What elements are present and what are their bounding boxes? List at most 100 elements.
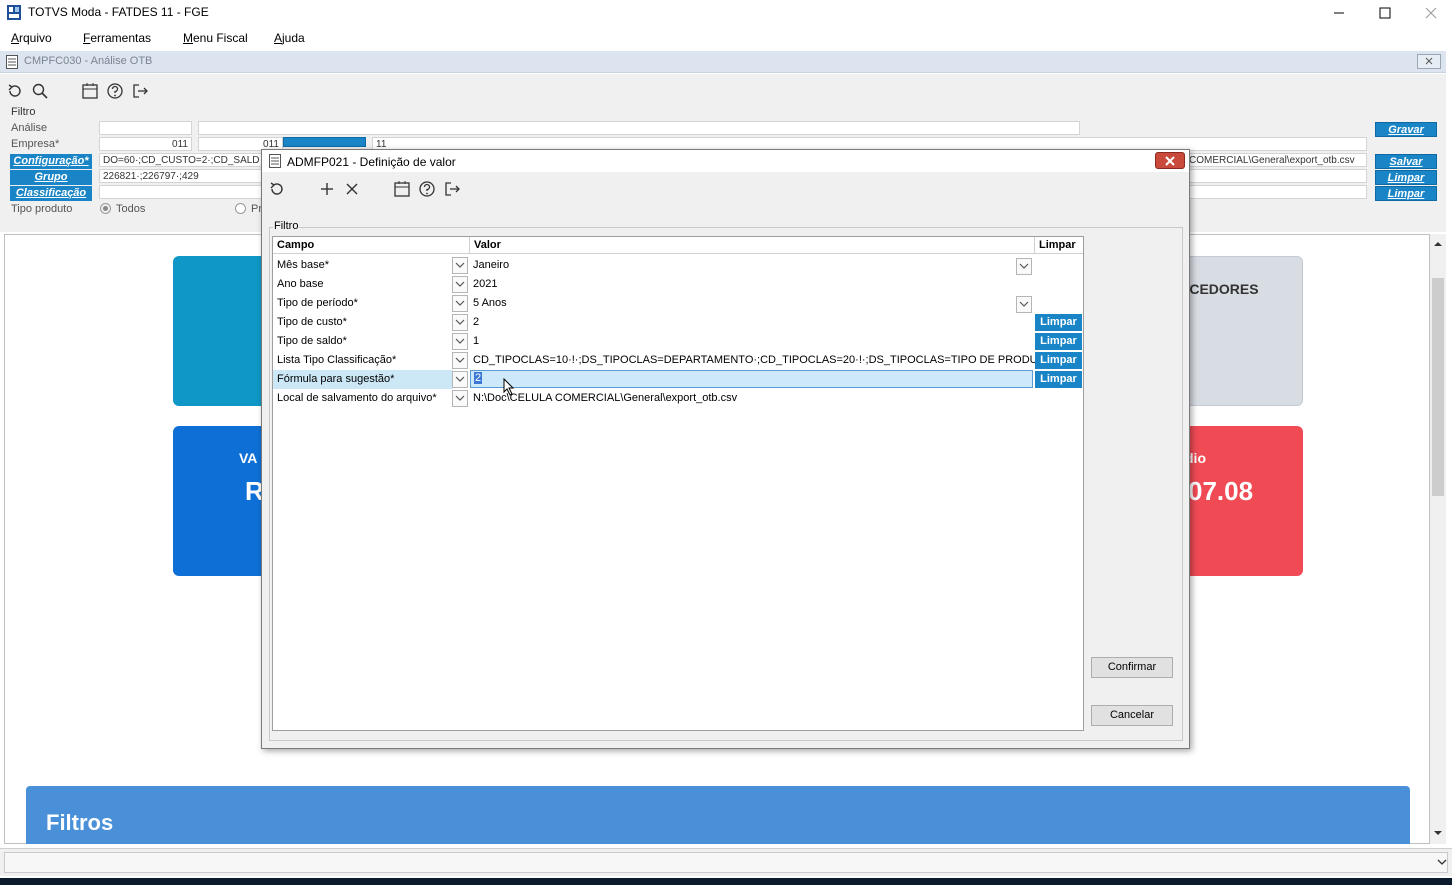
cell-valor[interactable]: CD_TIPOCLAS=10·!·;DS_TIPOCLAS=DEPARTAMEN… [473, 354, 1053, 366]
field-dropdown-button[interactable] [452, 314, 468, 331]
cell-campo: Ano base [277, 278, 324, 290]
column-header-limpar: Limpar [1034, 237, 1083, 254]
grupo-extra-field[interactable] [1185, 169, 1367, 183]
limpar-button[interactable]: Limpar [1035, 371, 1082, 388]
classificacao-field[interactable] [99, 185, 269, 199]
chevron-down-icon [455, 338, 465, 344]
classificacao-extra-field[interactable] [1185, 185, 1367, 199]
analise-code-field[interactable] [99, 121, 192, 135]
configuracao-button[interactable]: Configuração* [10, 154, 92, 169]
chevron-down-icon [455, 319, 465, 325]
chevron-down-icon [1019, 263, 1029, 269]
grid-row[interactable]: Tipo de período* 5 Anos [273, 294, 1083, 313]
minimize-button[interactable] [1316, 0, 1362, 26]
empresa-code-field[interactable]: 011 [99, 137, 192, 151]
filtros-panel-header [26, 786, 1410, 844]
grid-row[interactable]: Mês base* Janeiro [273, 256, 1083, 275]
app-titlebar: TOTVS Moda - FATDES 11 - FGE [0, 0, 1452, 26]
selecao-button[interactable] [283, 137, 366, 147]
classificacao-button[interactable]: Classificação [10, 186, 92, 201]
scroll-down-icon[interactable] [1433, 830, 1443, 837]
inner-close-button[interactable] [1417, 54, 1441, 69]
limpar-button[interactable]: Limpar [1035, 333, 1082, 350]
delete-icon[interactable] [343, 180, 361, 198]
field-dropdown-button[interactable] [452, 276, 468, 293]
menu-ferramentas[interactable]: Ferramentas [83, 31, 151, 45]
cell-valor[interactable]: 2021 [473, 278, 497, 290]
chevron-down-icon [455, 395, 465, 401]
menu-fiscal[interactable]: Menu Fiscal [183, 31, 248, 45]
cell-valor[interactable]: 5 Anos [473, 297, 507, 309]
confirmar-button[interactable]: Confirmar [1091, 657, 1173, 678]
grupo-field[interactable]: 226821·;226797·;429 [99, 169, 269, 183]
cancelar-button[interactable]: Cancelar [1091, 705, 1173, 726]
cell-valor[interactable]: 2 [473, 316, 479, 328]
menu-ajuda[interactable]: Ajuda [274, 31, 305, 45]
scroll-up-icon[interactable] [1433, 240, 1443, 247]
exit-icon[interactable] [443, 180, 461, 198]
scroll-thumb[interactable] [1432, 278, 1444, 496]
grid-row[interactable]: Tipo de saldo* 1 Limpar [273, 332, 1083, 351]
cell-campo: Mês base* [277, 259, 329, 271]
filtros-title: Filtros [46, 810, 114, 835]
grid-row[interactable]: Fórmula para sugestão* 2 Limpar [273, 370, 1083, 389]
column-header-valor: Valor [469, 237, 1034, 254]
dialog-title: ADMFP021 - Definição de valor [287, 155, 456, 169]
os-taskbar [0, 878, 1452, 885]
exit-icon[interactable] [131, 82, 149, 100]
grid-row[interactable]: Tipo de custo* 2 Limpar [273, 313, 1083, 332]
search-icon[interactable] [31, 82, 49, 100]
grupo-button[interactable]: Grupo [10, 170, 92, 185]
field-dropdown-button[interactable] [452, 257, 468, 274]
calendar-icon[interactable] [81, 82, 99, 100]
field-dropdown-button[interactable] [452, 333, 468, 350]
status-combo[interactable] [4, 852, 1448, 873]
cell-valor[interactable]: 1 [473, 335, 479, 347]
card-medio-value: 07.08 [1188, 476, 1254, 506]
salvar-button[interactable]: Salvar [1375, 154, 1437, 169]
configuracao-path-field[interactable]: COMERCIAL\General\export_otb.csv [1185, 153, 1367, 167]
cell-campo: Tipo de custo* [277, 316, 347, 328]
tipo-produto-label: Tipo produto [11, 203, 73, 215]
field-dropdown-button[interactable] [452, 390, 468, 407]
radio-pr[interactable] [235, 203, 246, 214]
refresh-icon[interactable] [268, 180, 286, 198]
field-dropdown-button[interactable] [452, 295, 468, 312]
maximize-button[interactable] [1362, 0, 1408, 26]
value-select-button[interactable] [1016, 296, 1032, 313]
help-icon[interactable] [106, 82, 124, 100]
radio-todos[interactable] [100, 203, 111, 214]
chevron-down-icon [455, 376, 465, 382]
formula-input[interactable]: 2 [470, 370, 1033, 388]
radio-todos-label: Todos [116, 203, 146, 215]
cell-campo: Local de salvamento do arquivo* [277, 392, 437, 404]
analise-label: Análise [11, 122, 48, 134]
gravar-button[interactable]: Gravar [1375, 122, 1437, 137]
help-icon[interactable] [418, 180, 436, 198]
add-icon[interactable] [318, 180, 336, 198]
value-select-button[interactable] [1016, 258, 1032, 275]
limpar-button[interactable]: Limpar [1035, 352, 1082, 369]
refresh-icon[interactable] [6, 82, 24, 100]
field-dropdown-button[interactable] [452, 371, 468, 388]
limpar-grupo-button[interactable]: Limpar [1375, 170, 1437, 185]
cell-campo: Fórmula para sugestão* [277, 373, 395, 385]
chevron-down-icon[interactable] [1437, 859, 1447, 866]
limpar-classificacao-button[interactable]: Limpar [1375, 186, 1437, 201]
limpar-button[interactable]: Limpar [1035, 314, 1082, 331]
analise-desc-field[interactable] [198, 121, 1080, 135]
cell-campo: Tipo de saldo* [277, 335, 347, 347]
value-grid: Campo Valor Limpar Mês base* Janeiro Ano b… [272, 236, 1084, 731]
chevron-down-icon [1019, 301, 1029, 307]
grid-row[interactable]: Ano base 2021 [273, 275, 1083, 294]
cell-valor[interactable]: Janeiro [473, 259, 509, 271]
app-icon [7, 5, 21, 20]
calendar-icon[interactable] [393, 180, 411, 198]
menu-arquivo[interactable]: Arquivo [11, 31, 52, 45]
configuracao-field[interactable]: DO=60·;CD_CUSTO=2·;CD_SALD [99, 153, 269, 167]
dialog-close-button[interactable] [1155, 152, 1185, 169]
close-button[interactable] [1408, 0, 1452, 26]
grid-row[interactable]: Local de salvamento do arquivo* N:\Doc\CE… [273, 389, 1083, 408]
field-dropdown-button[interactable] [452, 352, 468, 369]
grid-row[interactable]: Lista Tipo Classificação* CD_TIPOCLAS=10·… [273, 351, 1083, 370]
